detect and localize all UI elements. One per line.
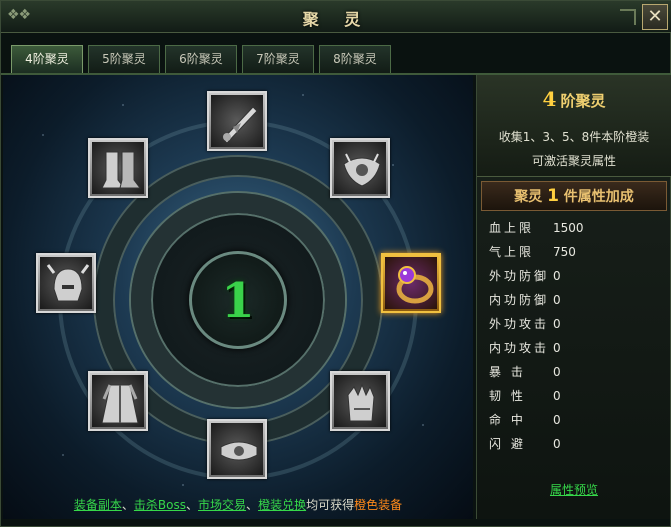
market-link[interactable]: 市场交易 (198, 498, 246, 512)
shoulder-slot[interactable] (330, 138, 390, 198)
attribute-value: 0 (553, 293, 561, 307)
panel-header: 4 阶聚灵 收集1、3、5、8件本阶橙装 可激活聚灵属性 (477, 75, 671, 177)
separator: 、 (186, 498, 199, 512)
attribute-value: 0 (553, 437, 561, 451)
helmet-slot[interactable] (36, 253, 96, 313)
boots-icon (92, 142, 144, 194)
juling-stage: 1 (3, 75, 473, 519)
close-button[interactable]: ✕ (642, 4, 668, 30)
attribute-list: 血上限 1500 气上限 750 外功防御 0 内功防御 0 外功攻击 0 内功攻击 0 暴… (487, 216, 667, 456)
attribute-preview-link[interactable]: 属性预览 (477, 481, 671, 498)
tier-number: 4 (542, 87, 557, 111)
attribute-name: 外功防御 (489, 269, 550, 283)
attribute-value: 1500 (553, 221, 584, 235)
title-bar[interactable]: ❖❖ 聚 灵 ✕ (1, 1, 671, 33)
attribute-name: 内功防御 (489, 293, 550, 307)
weapon-slot[interactable] (207, 91, 267, 151)
attribute-value: 0 (553, 389, 561, 403)
tab-tier-8[interactable]: 8阶聚灵 (319, 45, 391, 73)
attribute-value: 0 (553, 365, 561, 379)
tier-title: 4 阶聚灵 (477, 87, 671, 111)
tab-tier-7[interactable]: 7阶聚灵 (242, 45, 314, 73)
gloves-icon (334, 375, 386, 427)
armor-slot[interactable] (88, 371, 148, 431)
attribute-row: 血上限 1500 (487, 216, 667, 240)
robe-icon (92, 375, 144, 427)
acquisition-hint: 装备副本、击杀Boss、市场交易、橙装兑换均可获得橙色装备 (3, 493, 473, 517)
hint-middle-text: 均可获得 (306, 498, 355, 512)
juling-window: ❖❖ 聚 灵 ✕ 4阶聚灵 5阶聚灵 6阶聚灵 7阶聚灵 8阶聚灵 1 装备副本… (0, 0, 671, 527)
attribute-row: 外功防御 0 (487, 264, 667, 288)
boss-link[interactable]: 击杀Boss (134, 498, 186, 512)
attribute-row: 内功防御 0 (487, 288, 667, 312)
dungeon-link[interactable]: 装备副本 (74, 498, 122, 512)
attribute-name: 外功攻击 (489, 317, 550, 331)
attribute-name: 血上限 (489, 221, 535, 235)
attribute-name: 韧 性 (489, 389, 526, 403)
attribute-value: 0 (553, 413, 561, 427)
attribute-row: 气上限 750 (487, 240, 667, 264)
exchange-link[interactable]: 橙装兑换 (258, 498, 306, 512)
attribute-name: 闪 避 (489, 437, 526, 451)
bonus-suffix: 件属性加成 (563, 189, 634, 205)
bonus-prefix: 聚灵 (514, 189, 543, 205)
separator: 、 (246, 498, 259, 512)
helmet-icon (40, 257, 92, 309)
attribute-name: 命 中 (489, 413, 526, 427)
tab-tier-4[interactable]: 4阶聚灵 (11, 45, 83, 73)
boots-slot[interactable] (88, 138, 148, 198)
belt-slot[interactable] (207, 419, 267, 479)
orange-equipment-text: 橙色装备 (354, 498, 403, 512)
attribute-row: 命 中 0 (487, 408, 667, 432)
tier-title-text: 阶聚灵 (560, 92, 606, 110)
tab-tier-6[interactable]: 6阶聚灵 (165, 45, 237, 73)
description-line: 收集1、3、5、8件本阶橙装 (498, 130, 650, 144)
corner-ornament-icon (620, 9, 636, 25)
tab-tier-5[interactable]: 5阶聚灵 (88, 45, 160, 73)
separator: 、 (121, 498, 134, 512)
bonus-header: 聚灵 1 件属性加成 (481, 181, 667, 211)
collected-count: 1 (221, 273, 255, 329)
weapon-icon (211, 95, 263, 147)
attribute-value: 0 (553, 341, 561, 355)
ring-icon (385, 257, 437, 309)
ring-slot[interactable] (381, 253, 441, 313)
bonus-count: 1 (547, 186, 559, 206)
attribute-row: 韧 性 0 (487, 384, 667, 408)
description-line: 可激活聚灵属性 (531, 154, 616, 168)
belt-icon (211, 423, 263, 475)
attribute-name: 暴 击 (489, 365, 526, 379)
attribute-panel: 4 阶聚灵 收集1、3、5、8件本阶橙装 可激活聚灵属性 聚灵 1 件属性加成 血… (476, 75, 671, 519)
tier-description: 收集1、3、5、8件本阶橙装 可激活聚灵属性 (477, 125, 671, 173)
gloves-slot[interactable] (330, 371, 390, 431)
window-title: 聚 灵 (302, 10, 371, 29)
attribute-row: 内功攻击 0 (487, 336, 667, 360)
attribute-name: 气上限 (489, 245, 535, 259)
attribute-row: 外功攻击 0 (487, 312, 667, 336)
attribute-value: 0 (553, 269, 561, 283)
attribute-row: 闪 避 0 (487, 432, 667, 456)
attribute-value: 0 (553, 317, 561, 331)
attribute-value: 750 (553, 245, 576, 259)
shoulder-armor-icon (334, 142, 386, 194)
attribute-row: 暴 击 0 (487, 360, 667, 384)
attribute-name: 内功攻击 (489, 341, 550, 355)
